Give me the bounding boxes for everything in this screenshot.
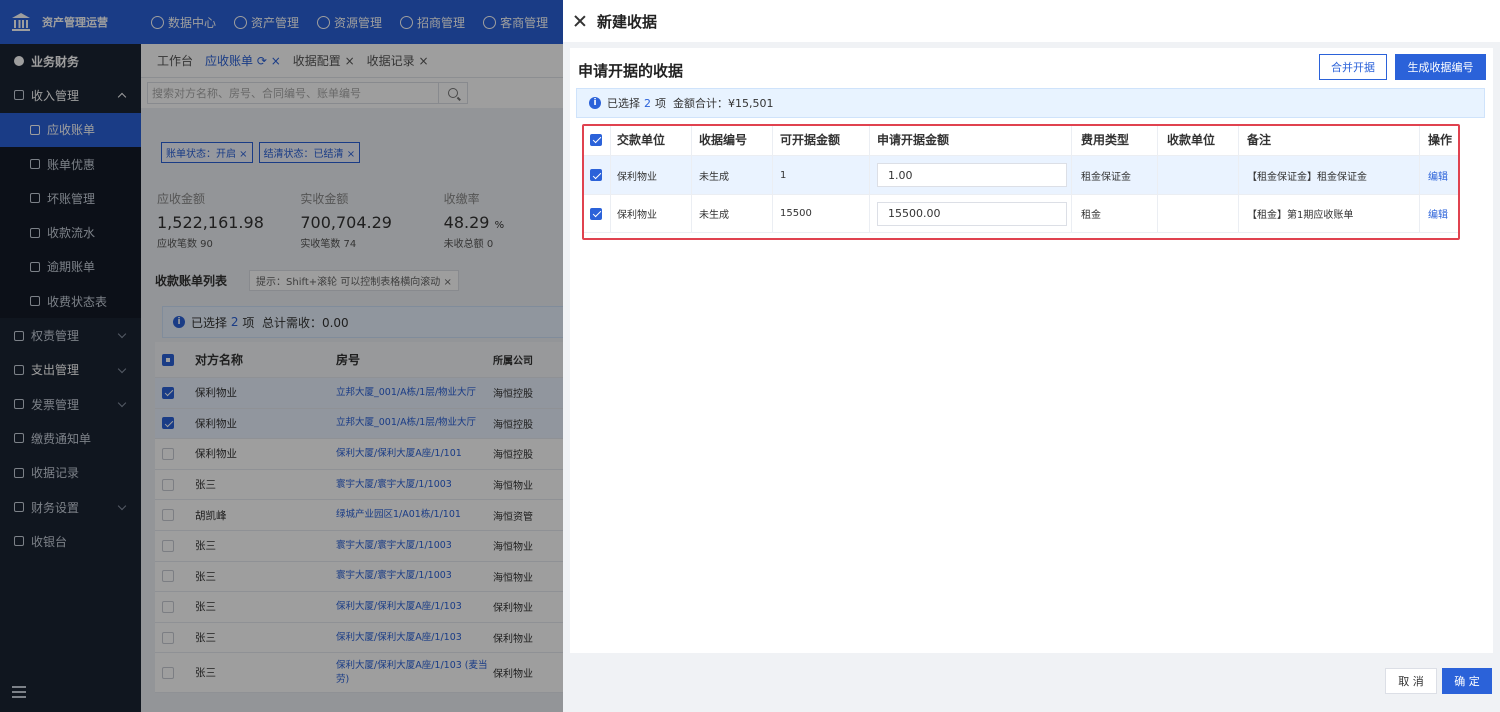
card-title: 申请开据的收据 <box>578 62 684 80</box>
drawer-selection-bar: i 已选择 2 项 金额合计：¥15,501 <box>576 88 1485 118</box>
drawer-header: 新建收据 <box>563 0 1500 42</box>
generate-number-button[interactable]: 生成收据编号 <box>1395 54 1486 80</box>
drawer-footer: 取 消 确 定 <box>563 656 1500 712</box>
confirm-button[interactable]: 确 定 <box>1442 668 1492 694</box>
modal-overlay[interactable] <box>0 0 563 712</box>
info-icon: i <box>589 97 601 109</box>
cancel-button[interactable]: 取 消 <box>1385 668 1437 694</box>
new-receipt-drawer: 新建收据 申请开据的收据 合并开据 生成收据编号 i 已选择 2 项 金额合计：¥1… <box>563 0 1500 712</box>
highlight-box <box>582 124 1460 240</box>
drawer-title: 新建收据 <box>597 12 658 31</box>
merge-button[interactable]: 合并开据 <box>1319 54 1387 80</box>
close-icon[interactable] <box>573 14 587 28</box>
